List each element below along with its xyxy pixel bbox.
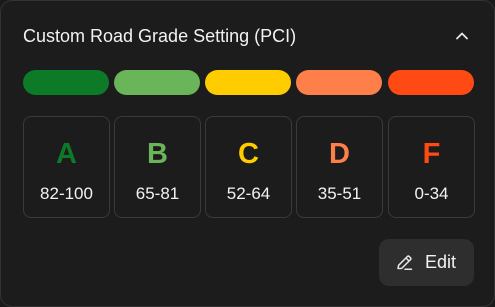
- edit-button[interactable]: Edit: [379, 239, 474, 286]
- panel-title: Custom Road Grade Setting (PCI): [23, 26, 297, 46]
- edit-button-label: Edit: [425, 252, 457, 272]
- panel-header: Custom Road Grade Setting (PCI): [23, 24, 472, 48]
- grade-color-bar-a: [23, 70, 109, 95]
- grade-letter: F: [422, 138, 441, 170]
- pencil-icon: [395, 253, 414, 272]
- grade-letter: B: [147, 138, 168, 170]
- grade-range: 0-34: [414, 184, 449, 203]
- grade-color-bar-b: [114, 70, 200, 95]
- grade-card-b: B 65-81: [114, 116, 201, 218]
- grade-card-f: F 0-34: [388, 116, 475, 218]
- grade-letter: D: [329, 138, 350, 170]
- grade-card-c: C 52-64: [205, 116, 292, 218]
- grade-letter: C: [238, 138, 259, 170]
- grade-color-scale: [23, 70, 474, 95]
- grade-card-d: D 35-51: [296, 116, 383, 218]
- chevron-up-icon[interactable]: [452, 26, 472, 46]
- grade-color-bar-c: [205, 70, 291, 95]
- grade-range: 52-64: [226, 184, 271, 203]
- grade-range: 65-81: [135, 184, 180, 203]
- grade-range: 82-100: [40, 184, 93, 203]
- grade-color-bar-d: [296, 70, 382, 95]
- grade-cards: A 82-100 B 65-81 C 52-64 D 35-51 F 0-34: [23, 116, 475, 218]
- grade-letter: A: [56, 138, 77, 170]
- grade-color-bar-f: [388, 70, 474, 95]
- grade-card-a: A 82-100: [23, 116, 110, 218]
- grade-range: 35-51: [317, 184, 362, 203]
- road-grade-panel: Custom Road Grade Setting (PCI) A 82-100…: [0, 0, 495, 307]
